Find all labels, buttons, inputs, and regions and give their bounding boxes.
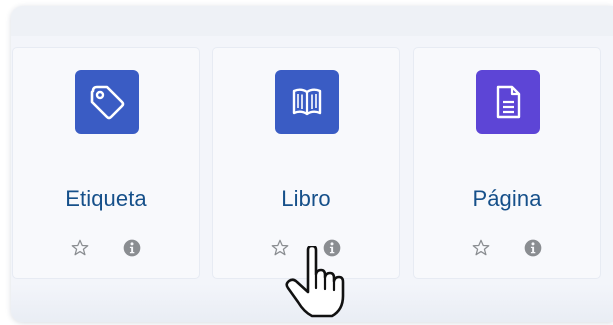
module-name-libro[interactable]: Libro <box>213 186 399 212</box>
module-icon-pagina[interactable] <box>476 70 540 134</box>
module-icon-libro[interactable] <box>275 70 339 134</box>
module-card-libro[interactable]: Libro <box>213 48 399 278</box>
info-button-libro[interactable] <box>321 237 343 259</box>
panel-top-strip <box>11 6 613 36</box>
star-outline-icon <box>472 239 490 256</box>
tag-icon <box>90 85 125 120</box>
module-name-pagina[interactable]: Página <box>414 186 600 212</box>
star-outline-icon <box>71 239 89 256</box>
module-card-pagina[interactable]: Página <box>414 48 600 278</box>
page-document-icon <box>496 85 521 119</box>
module-name-etiqueta[interactable]: Etiqueta <box>13 186 199 212</box>
activity-chooser-panel: Etiqueta Libro Página <box>11 6 613 322</box>
star-favourite-button-etiqueta[interactable] <box>69 237 91 259</box>
module-icon-etiqueta[interactable] <box>75 70 139 134</box>
star-favourite-button-pagina[interactable] <box>470 237 492 259</box>
info-button-etiqueta[interactable] <box>121 237 143 259</box>
module-card-etiqueta[interactable]: Etiqueta <box>13 48 199 278</box>
star-favourite-button-libro[interactable] <box>269 237 291 259</box>
info-circle-icon <box>323 239 341 257</box>
panel-bottom-strip <box>11 284 613 322</box>
star-outline-icon <box>271 239 289 256</box>
info-circle-icon <box>123 239 141 257</box>
book-icon <box>292 88 322 116</box>
info-button-pagina[interactable] <box>522 237 544 259</box>
info-circle-icon <box>524 239 542 257</box>
